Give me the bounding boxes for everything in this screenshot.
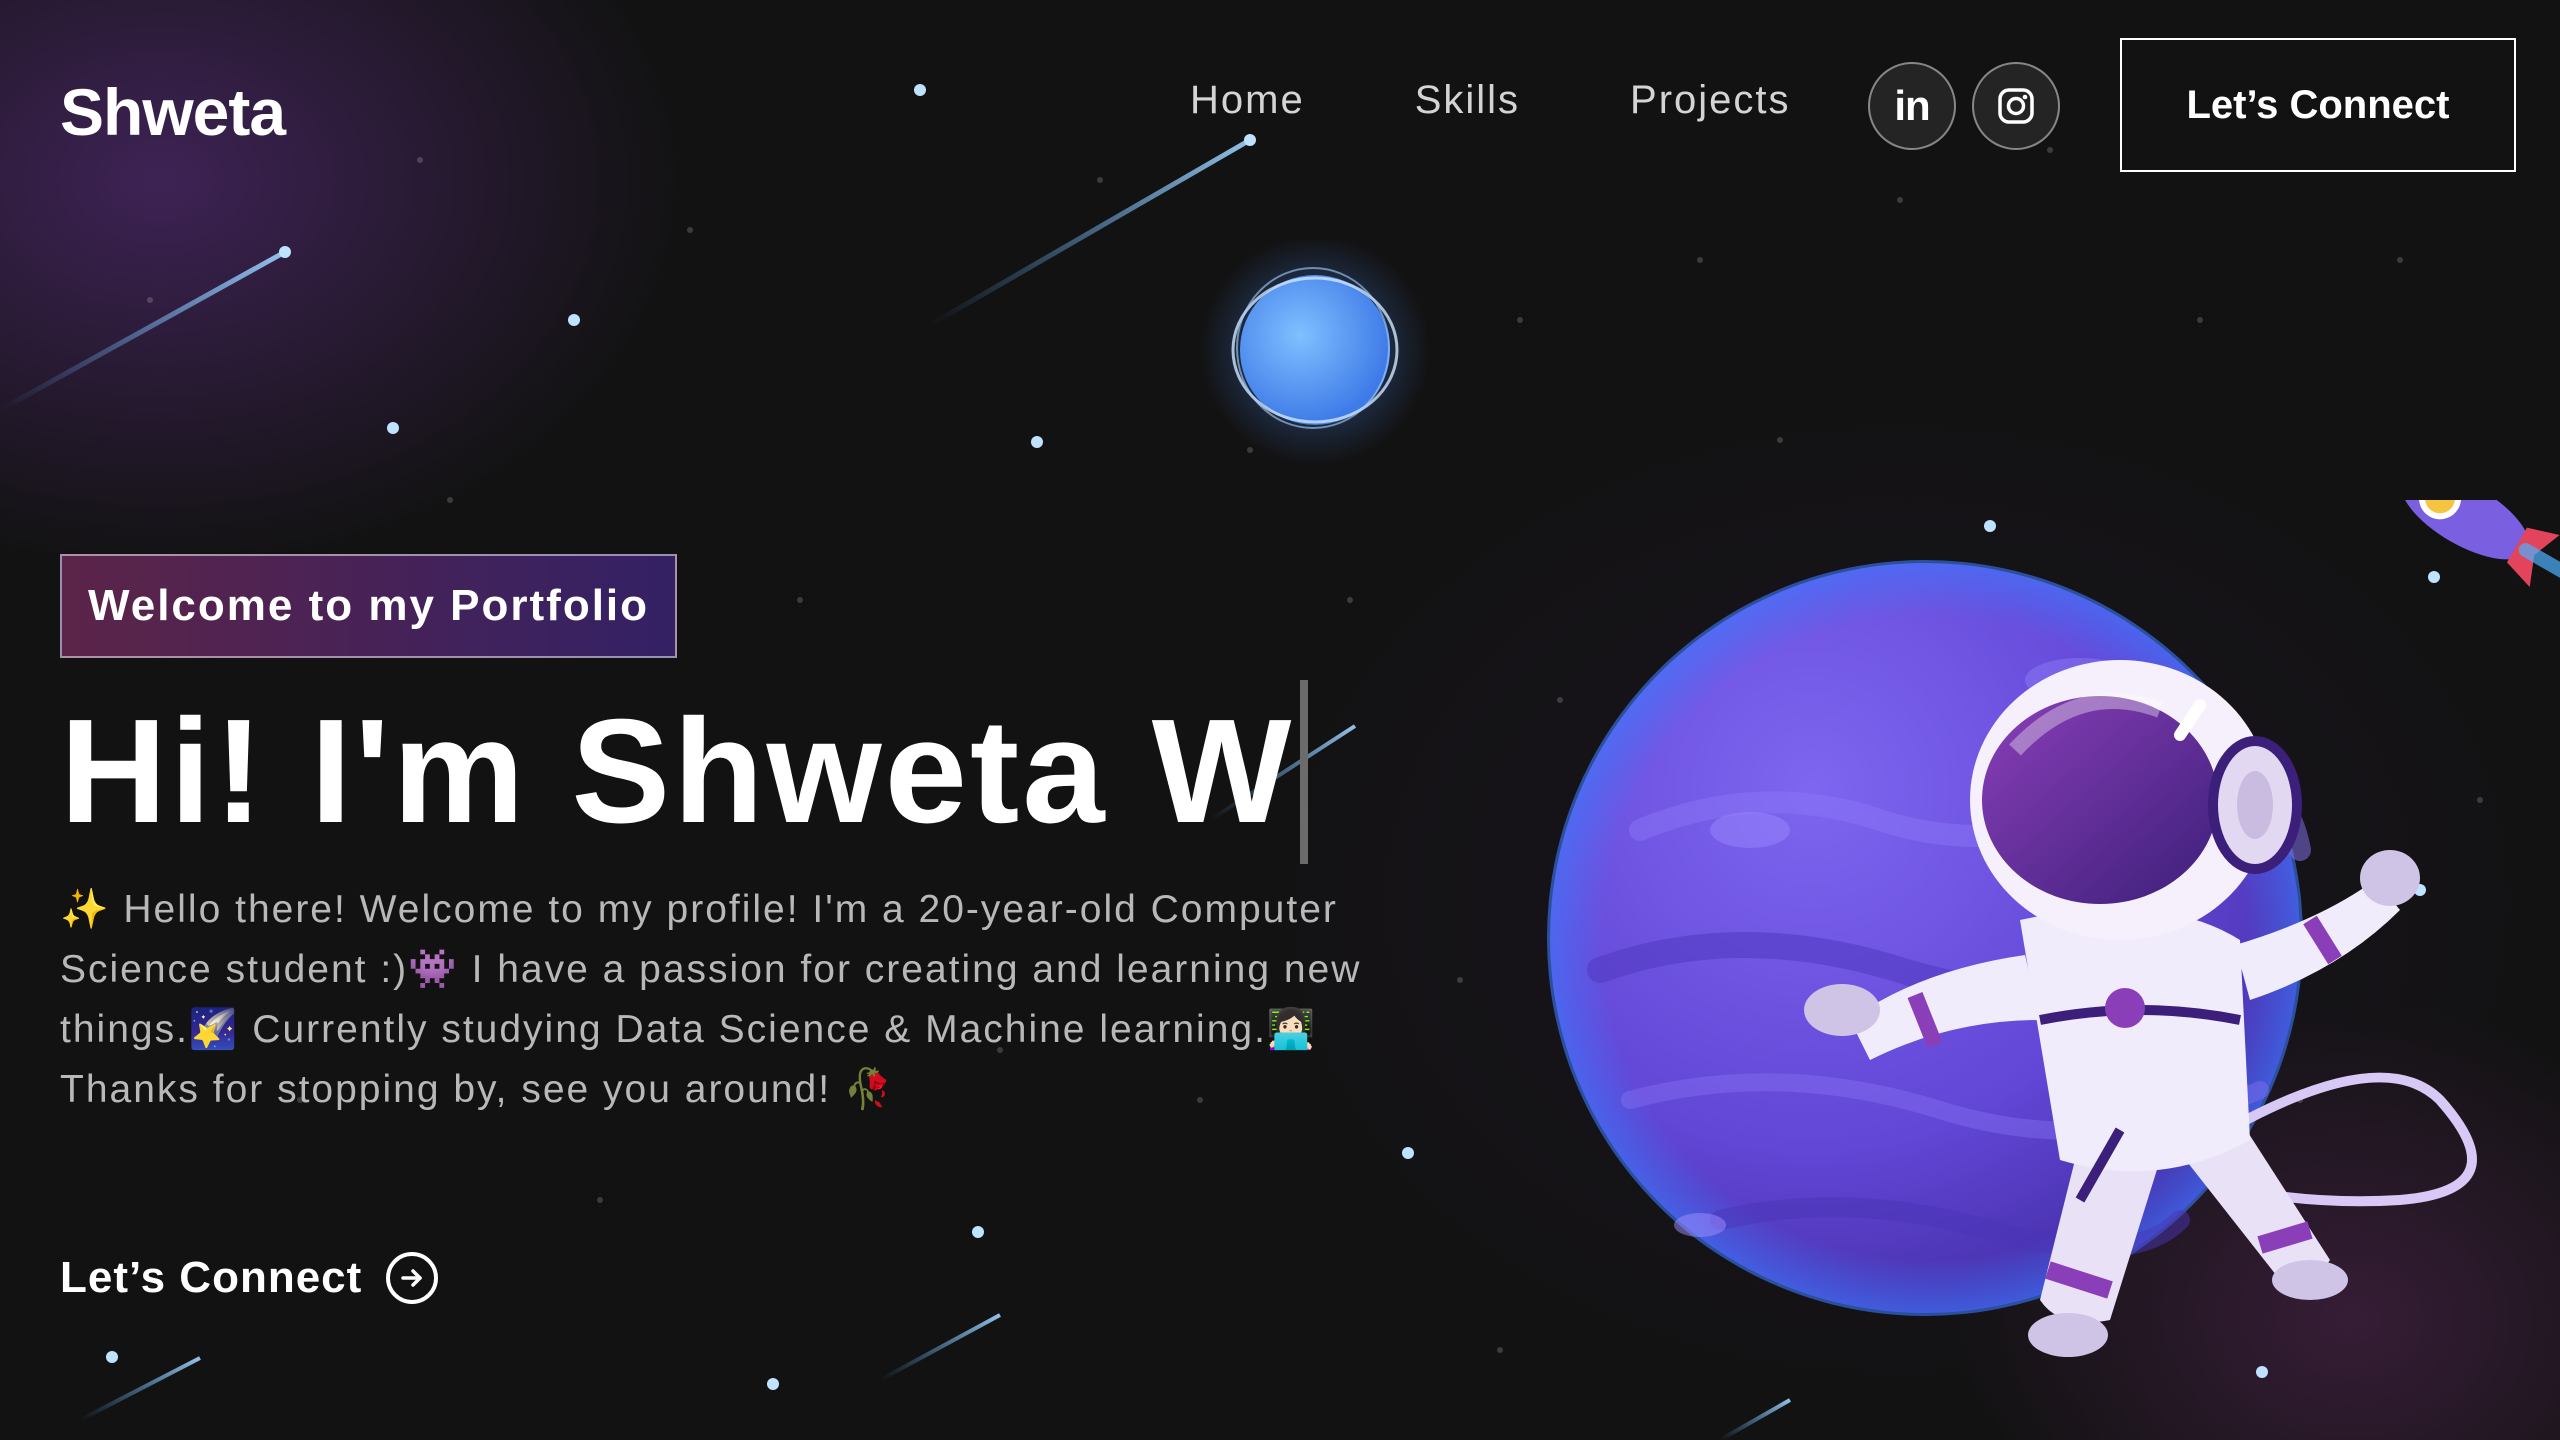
hero-connect-label: Let’s Connect (60, 1253, 363, 1302)
nav-link-skills[interactable]: Skills (1415, 78, 1520, 123)
hero-title: Hi! I'm Shweta W (60, 680, 1309, 864)
social-icons: in (1868, 62, 2060, 150)
rocket-icon (2400, 500, 2560, 592)
hero-connect-button[interactable]: Let’s Connect (60, 1252, 439, 1304)
instagram-link[interactable] (1972, 62, 2060, 150)
logo-text[interactable]: Shweta (60, 74, 286, 150)
nav-link-home[interactable]: Home (1190, 78, 1305, 123)
nav-link-projects[interactable]: Projects (1630, 78, 1791, 123)
instagram-icon (1998, 88, 2034, 124)
welcome-tagline: Welcome to my Portfolio (60, 554, 678, 658)
astronaut-planet-illustration (1547, 500, 2560, 1357)
nav-links: Home Skills Projects (1190, 78, 1791, 123)
arrow-right-circle-icon (386, 1252, 439, 1304)
linkedin-link[interactable]: in (1868, 62, 1956, 150)
linkedin-icon: in (1894, 82, 1930, 129)
hero-description: ✨ Hello there! Welcome to my profile! I'… (60, 888, 1362, 1111)
hero-title-text: Hi! I'm Shweta W (60, 689, 1295, 854)
typing-cursor (1300, 680, 1309, 864)
nav-connect-button[interactable]: Let’s Connect (2120, 38, 2516, 172)
navbar: Shweta Home Skills Projects in Let’s Con… (0, 0, 2560, 220)
portfolio-page: Shweta Home Skills Projects in Let’s Con… (0, 0, 2560, 1440)
small-blue-planet-image (1200, 240, 1430, 465)
